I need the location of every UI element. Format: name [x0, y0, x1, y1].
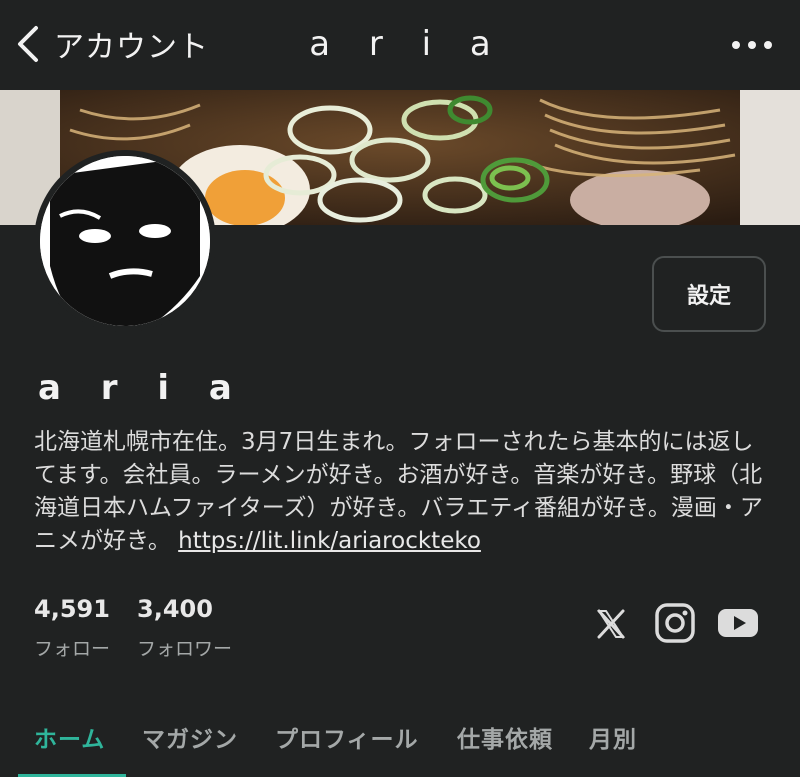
avatar[interactable]	[34, 150, 216, 332]
nav-title: a r i a	[309, 24, 505, 64]
tab-profile[interactable]: プロフィール	[275, 720, 419, 754]
more-dot-icon	[764, 41, 772, 49]
settings-button[interactable]: 設定	[652, 256, 766, 332]
avatar-face-graphic	[40, 156, 210, 326]
profile-tabs: ホーム マガジン プロフィール 仕事依頼 月別	[0, 708, 800, 777]
followers-label: フォロワー	[137, 638, 233, 660]
top-nav-bar: アカウント a r i a	[0, 0, 800, 90]
tab-home[interactable]: ホーム	[34, 720, 105, 754]
profile-name: a r i a	[38, 368, 246, 408]
profile-link[interactable]: https://lit.link/ariarockteko	[178, 528, 481, 554]
youtube-icon[interactable]	[717, 602, 759, 644]
following-count: 4,591	[34, 595, 110, 623]
more-dot-icon	[732, 41, 740, 49]
tab-magazine[interactable]: マガジン	[142, 720, 238, 754]
avatar-image	[40, 156, 210, 326]
profile-bio: 北海道札幌市在住。3月7日生まれ。フォローされたら基本的には返してます。会社員。…	[34, 426, 774, 558]
more-options-button[interactable]	[732, 36, 772, 52]
instagram-icon[interactable]	[654, 602, 696, 644]
followers-count: 3,400	[137, 595, 213, 623]
following-label: フォロー	[34, 638, 111, 660]
tab-monthly[interactable]: 月別	[589, 720, 637, 754]
x-icon[interactable]	[590, 602, 632, 644]
followers-stat[interactable]: 3,400 フォロワー	[137, 594, 232, 661]
tab-work-request[interactable]: 仕事依頼	[457, 720, 553, 754]
more-dot-icon	[748, 41, 756, 49]
following-stat[interactable]: 4,591 フォロー	[34, 594, 110, 661]
